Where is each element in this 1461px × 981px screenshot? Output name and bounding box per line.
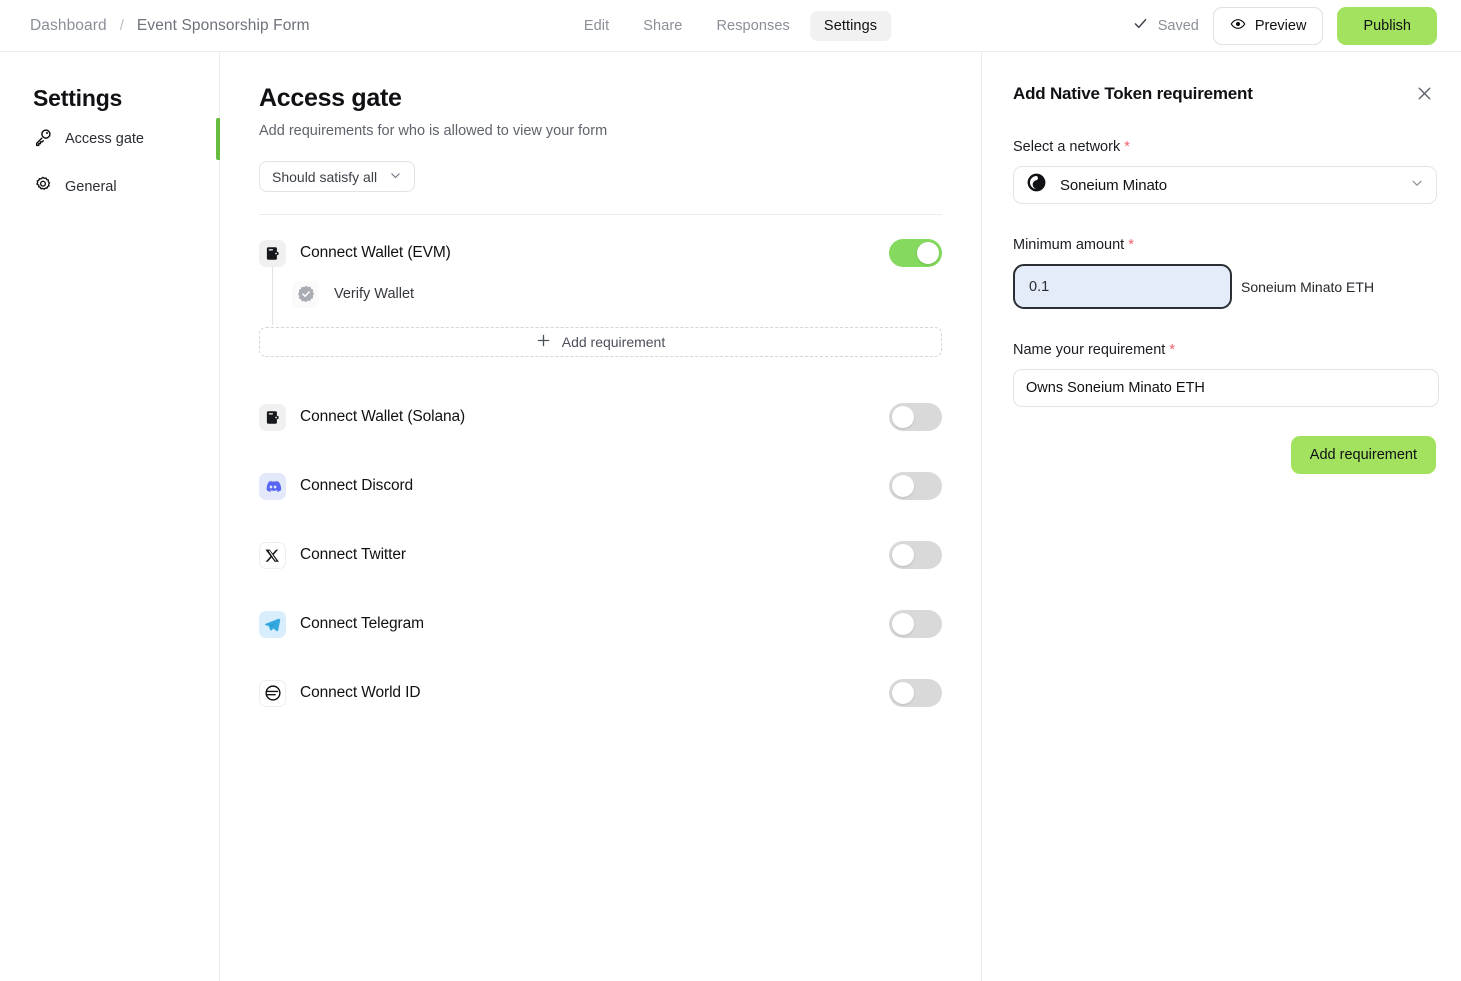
requirement-label: Connect Wallet (Solana) (300, 408, 466, 425)
breadcrumb-current-form[interactable]: Event Sponsorship Form (137, 17, 310, 35)
preview-button-label: Preview (1254, 17, 1307, 34)
close-icon[interactable] (1411, 80, 1437, 106)
network-select[interactable]: Soneium Minato (1013, 166, 1437, 204)
requirement-label: Connect World ID (300, 684, 421, 701)
tab-responses[interactable]: Responses (702, 11, 803, 41)
eye-icon (1230, 16, 1246, 36)
minimum-amount-input[interactable] (1013, 264, 1232, 309)
panel-actions: Add requirement (1013, 436, 1437, 474)
breadcrumb-dashboard-link[interactable]: Dashboard (30, 17, 107, 35)
breadcrumb: Dashboard / Event Sponsorship Form (30, 17, 310, 35)
name-field-label: Name your requirement * (1013, 342, 1437, 358)
requirement-row-connect-wallet-solana[interactable]: Connect Wallet (Solana) (259, 395, 942, 439)
requirement-toggle-connect-wallet-solana[interactable] (889, 403, 942, 431)
panel-header: Add Native Token requirement (1013, 80, 1437, 106)
satisfy-mode-value: Should satisfy all (272, 168, 378, 185)
requirement-label: Connect Telegram (300, 615, 424, 632)
wallet-icon (259, 403, 286, 431)
requirement-toggle-connect-twitter[interactable] (889, 541, 942, 569)
required-asterisk: * (1128, 237, 1134, 253)
required-asterisk: * (1169, 342, 1176, 358)
sidebar-active-indicator (216, 118, 220, 160)
plus-icon (536, 333, 551, 351)
settings-sidebar: Settings Access gate General (0, 52, 220, 981)
requirement-label: Connect Twitter (300, 546, 406, 563)
toggle-knob (892, 544, 914, 566)
gear-icon (33, 175, 53, 200)
name-field-label-text: Name your requirement (1013, 342, 1166, 358)
requirement-toggle-connect-wallet-evm[interactable] (889, 239, 942, 267)
requirement-row-connect-wallet-evm[interactable]: Connect Wallet (EVM) (259, 231, 942, 275)
requirement-label: Connect Discord (300, 477, 414, 494)
section-divider (259, 214, 942, 215)
main-content: Access gate Add requirements for who is … (221, 52, 980, 981)
amount-unit-label: Soneium Minato ETH (1241, 278, 1375, 295)
chevron-down-icon (1410, 176, 1424, 195)
requirement-toggle-connect-discord[interactable] (889, 472, 942, 500)
requirement-row-connect-discord[interactable]: Connect Discord (259, 464, 942, 508)
sub-requirement-label: Verify Wallet (334, 286, 415, 302)
sub-requirements-connect-wallet-evm: Verify Wallet (259, 267, 942, 325)
amount-field-label: Minimum amount * (1013, 237, 1437, 253)
requirement-row-connect-telegram[interactable]: Connect Telegram (259, 602, 942, 646)
toggle-knob (892, 406, 914, 428)
sidebar-item-access-gate-label: Access gate (65, 131, 144, 147)
requirement-toggle-connect-world-id[interactable] (889, 679, 942, 707)
sidebar-item-general[interactable]: General (0, 166, 219, 208)
world-id-icon (259, 679, 286, 707)
toggle-knob (917, 242, 939, 264)
soneium-icon (1026, 172, 1047, 198)
required-asterisk: * (1124, 139, 1130, 155)
check-icon (1132, 15, 1149, 37)
wallet-icon (259, 239, 286, 267)
toggle-knob (892, 613, 914, 635)
add-requirement-inline-label: Add requirement (561, 334, 666, 350)
toggle-knob (892, 682, 914, 704)
sidebar-title: Settings (33, 85, 123, 111)
amount-field-label-text: Minimum amount (1013, 237, 1125, 253)
toggle-knob (892, 475, 914, 497)
sidebar-item-general-label: General (65, 179, 117, 195)
top-bar: Dashboard / Event Sponsorship Form Edit … (0, 0, 1461, 52)
telegram-icon (259, 610, 286, 638)
key-icon (33, 127, 53, 152)
tree-connector-line (272, 267, 273, 325)
nav-tabs: Edit Share Responses Settings (570, 10, 892, 41)
sidebar-item-access-gate[interactable]: Access gate (0, 118, 220, 160)
network-field-label: Select a network * (1013, 139, 1437, 155)
tab-edit[interactable]: Edit (570, 11, 623, 41)
amount-row: Soneium Minato ETH (1013, 264, 1437, 309)
discord-icon (259, 472, 286, 500)
add-requirement-inline-button[interactable]: Add requirement (259, 327, 942, 357)
page-subtitle: Add requirements for who is allowed to v… (259, 123, 608, 139)
tab-settings[interactable]: Settings (809, 10, 892, 41)
network-field-label-text: Select a network (1013, 139, 1121, 155)
sub-requirement-row-verify-wallet[interactable]: Verify Wallet (272, 275, 942, 313)
verified-badge-icon (292, 280, 319, 308)
saved-label: Saved (1157, 17, 1199, 34)
satisfy-mode-select[interactable]: Should satisfy all (259, 161, 416, 192)
publish-button[interactable]: Publish (1337, 6, 1437, 45)
top-bar-actions: Saved Preview Publish (1132, 6, 1437, 45)
requirement-row-connect-world-id[interactable]: Connect World ID (259, 671, 942, 715)
breadcrumb-separator: / (119, 17, 124, 34)
page-title: Access gate (259, 84, 402, 112)
preview-button[interactable]: Preview (1212, 6, 1324, 45)
requirement-row-connect-twitter[interactable]: Connect Twitter (259, 533, 942, 577)
saved-status: Saved (1132, 15, 1199, 37)
chevron-down-icon (389, 169, 402, 185)
network-select-value: Soneium Minato (1060, 176, 1167, 194)
panel-title: Add Native Token requirement (1013, 84, 1253, 103)
add-requirement-submit-button[interactable]: Add requirement (1290, 436, 1436, 474)
add-requirement-panel: Add Native Token requirement Select a ne… (981, 52, 1461, 981)
twitter-x-icon (259, 541, 286, 569)
tab-share[interactable]: Share (629, 11, 696, 41)
requirement-name-input[interactable] (1013, 369, 1439, 407)
requirement-label: Connect Wallet (EVM) (300, 244, 451, 261)
requirement-toggle-connect-telegram[interactable] (889, 610, 942, 638)
